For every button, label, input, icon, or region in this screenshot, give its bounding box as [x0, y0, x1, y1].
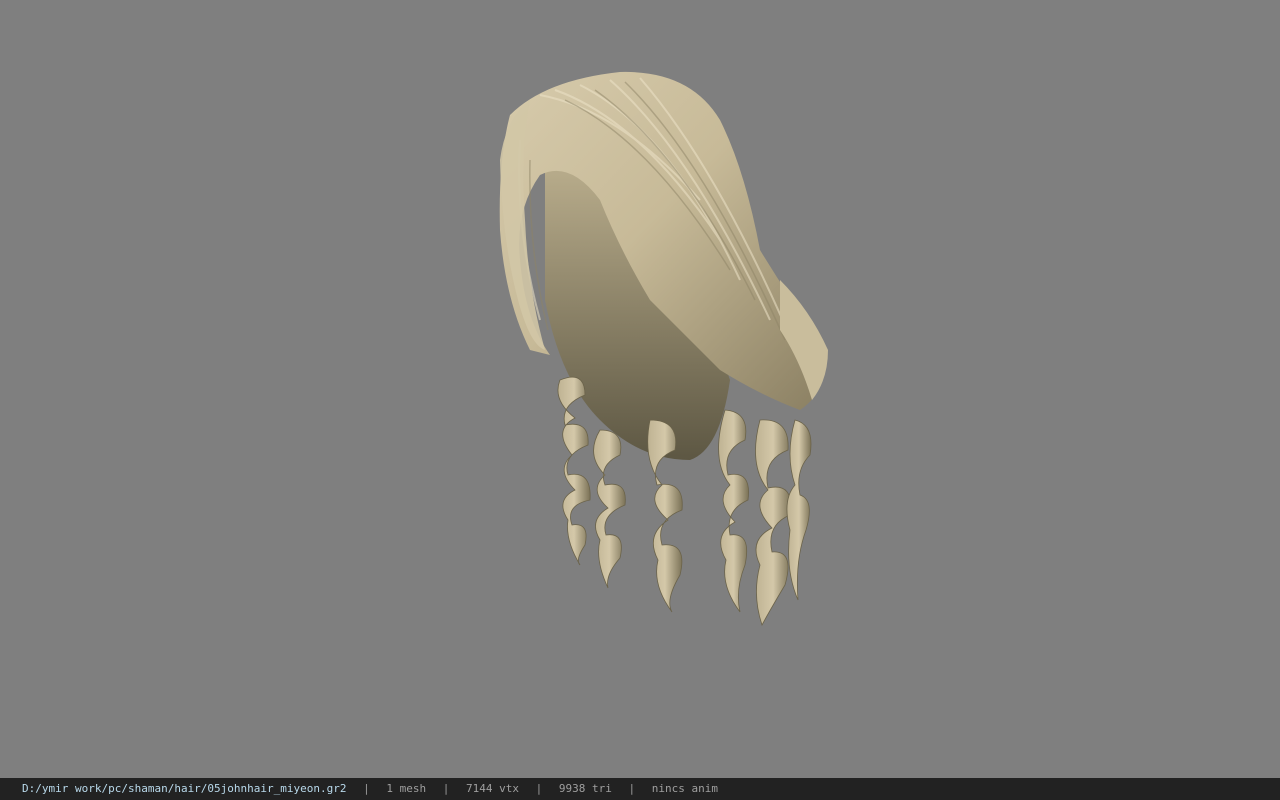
animation-status: nincs anim: [651, 782, 718, 795]
separator: |: [535, 782, 543, 795]
file-path: D:/ymir work/pc/shaman/hair/05johnhair_m…: [22, 782, 347, 795]
separator: |: [628, 782, 636, 795]
status-bar: D:/ymir work/pc/shaman/hair/05johnhair_m…: [0, 778, 1280, 800]
3d-viewport[interactable]: [0, 0, 1280, 778]
mesh-count: 1 mesh: [386, 782, 427, 795]
vertex-count: 7144 vtx: [466, 782, 519, 795]
separator: |: [442, 782, 450, 795]
hair-model[interactable]: [0, 0, 1280, 778]
separator: |: [363, 782, 370, 795]
triangle-count: 9938 tri: [558, 782, 612, 795]
